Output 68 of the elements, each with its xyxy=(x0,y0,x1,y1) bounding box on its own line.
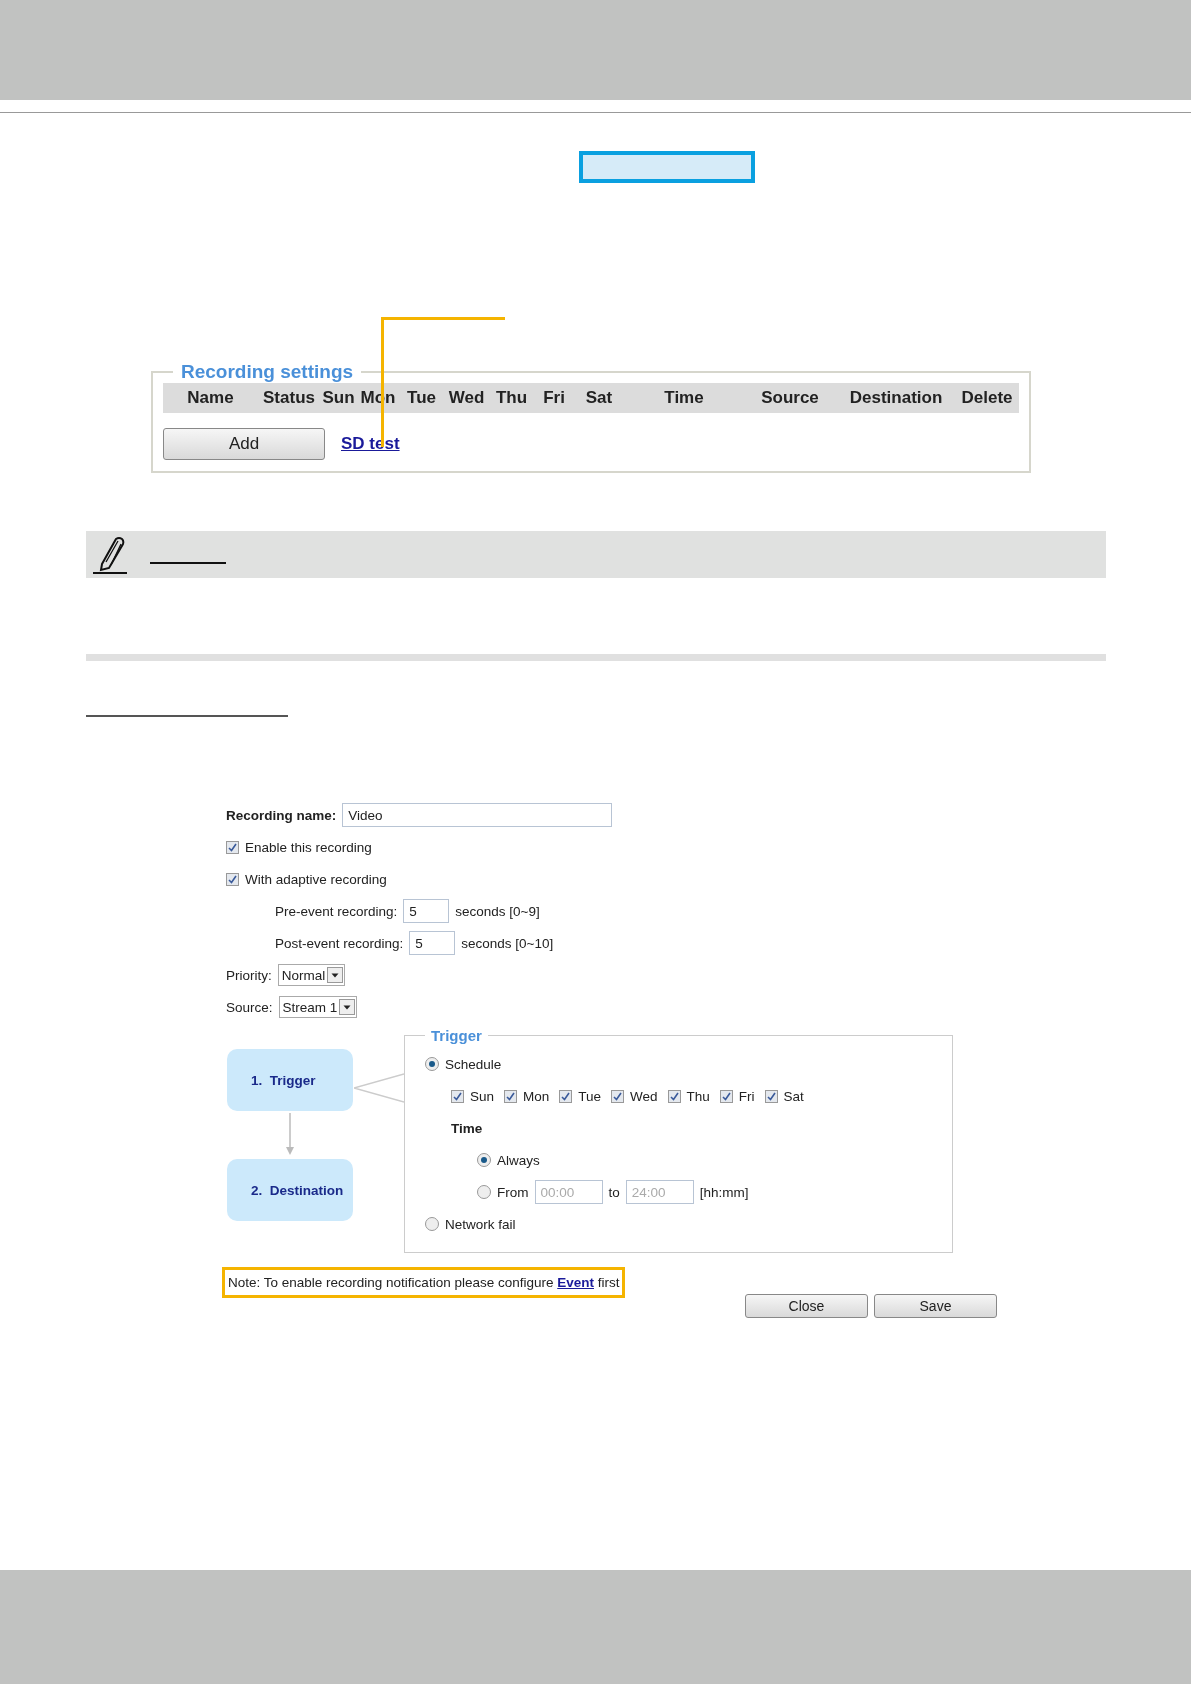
format-hint: [hh:mm] xyxy=(699,1184,749,1200)
field-label: to xyxy=(608,1184,620,1200)
checkbox[interactable] xyxy=(559,1089,573,1103)
dropdown-caret-icon[interactable] xyxy=(327,967,344,983)
pencil-icon xyxy=(92,535,128,574)
field-label: Priority: xyxy=(226,967,272,983)
checkbox-label: Sun xyxy=(470,1088,495,1104)
column-header: Destination xyxy=(848,388,944,408)
time-field[interactable]: 00:00 xyxy=(534,1180,603,1204)
panel-title: Trigger xyxy=(430,1027,483,1044)
checkbox[interactable] xyxy=(504,1089,518,1103)
radio-label: Always xyxy=(497,1152,540,1168)
checkbox[interactable] xyxy=(611,1089,625,1103)
checkbox-label: Enable this recording xyxy=(245,839,372,855)
field-label: Pre-event recording: xyxy=(275,903,398,919)
field-label: Post-event recording: xyxy=(275,935,404,951)
column-header: Source xyxy=(760,388,820,408)
seconds-field[interactable]: 5 xyxy=(409,931,456,955)
note-text: Note: To enable recording notification please configure Event first xyxy=(222,1267,626,1298)
checkbox-label: Mon xyxy=(523,1088,550,1104)
step-box[interactable]: 1. Trigger xyxy=(227,1049,353,1111)
range-hint: seconds [0~9] xyxy=(455,903,540,919)
add-button[interactable]: Add xyxy=(163,428,325,460)
radio-button[interactable] xyxy=(425,1217,439,1231)
down-arrow-icon xyxy=(285,1113,295,1155)
range-hint: seconds [0~10] xyxy=(461,935,554,951)
seconds-field[interactable]: 5 xyxy=(403,899,450,923)
event-link[interactable]: Event xyxy=(557,1275,594,1290)
field-label: Source: xyxy=(226,999,273,1015)
radio-button[interactable] xyxy=(425,1057,439,1071)
field-label: Recording name: xyxy=(226,807,337,823)
column-header: Fri xyxy=(542,388,566,408)
column-header: Status xyxy=(262,388,316,408)
column-header: Thu xyxy=(494,388,529,408)
action-button[interactable]: Close xyxy=(745,1294,868,1318)
column-header: Sat xyxy=(584,388,614,408)
dropdown-caret-icon[interactable] xyxy=(339,999,356,1015)
checkbox[interactable] xyxy=(226,872,239,886)
column-header: Sun xyxy=(321,388,356,408)
checkbox-label: Tue xyxy=(578,1088,602,1104)
radio-label: From xyxy=(497,1184,529,1200)
column-header: Time xyxy=(663,388,705,408)
radio-label: Network fail xyxy=(445,1216,516,1232)
checkbox-label: With adaptive recording xyxy=(245,871,387,887)
radio-button[interactable] xyxy=(477,1153,491,1167)
radio-button[interactable] xyxy=(477,1185,491,1199)
checkbox[interactable] xyxy=(226,840,239,854)
dropdown[interactable]: Stream 1 xyxy=(278,996,358,1018)
checkbox[interactable] xyxy=(719,1089,733,1103)
checkbox-label: Sat xyxy=(783,1088,804,1104)
dropdown[interactable]: Normal xyxy=(277,964,346,986)
radio-label: Schedule xyxy=(445,1056,502,1072)
step-box[interactable]: 2. Destination xyxy=(227,1159,353,1221)
column-header: Delete xyxy=(960,388,1014,408)
checkbox[interactable] xyxy=(764,1089,778,1103)
section-label: Time xyxy=(451,1120,483,1136)
checkbox-label: Wed xyxy=(630,1088,658,1104)
panel-title: Recording settings xyxy=(180,361,355,383)
action-button[interactable]: Save xyxy=(874,1294,997,1318)
checkbox[interactable] xyxy=(667,1089,681,1103)
checkbox-label: Fri xyxy=(738,1088,755,1104)
column-header: Tue xyxy=(406,388,437,408)
checkbox[interactable] xyxy=(451,1089,464,1103)
checkbox-label: Thu xyxy=(686,1088,710,1104)
time-field[interactable]: 24:00 xyxy=(625,1180,694,1204)
name-field[interactable]: Video xyxy=(342,803,613,827)
column-header: Name xyxy=(186,388,235,408)
column-header: Wed xyxy=(447,388,486,408)
